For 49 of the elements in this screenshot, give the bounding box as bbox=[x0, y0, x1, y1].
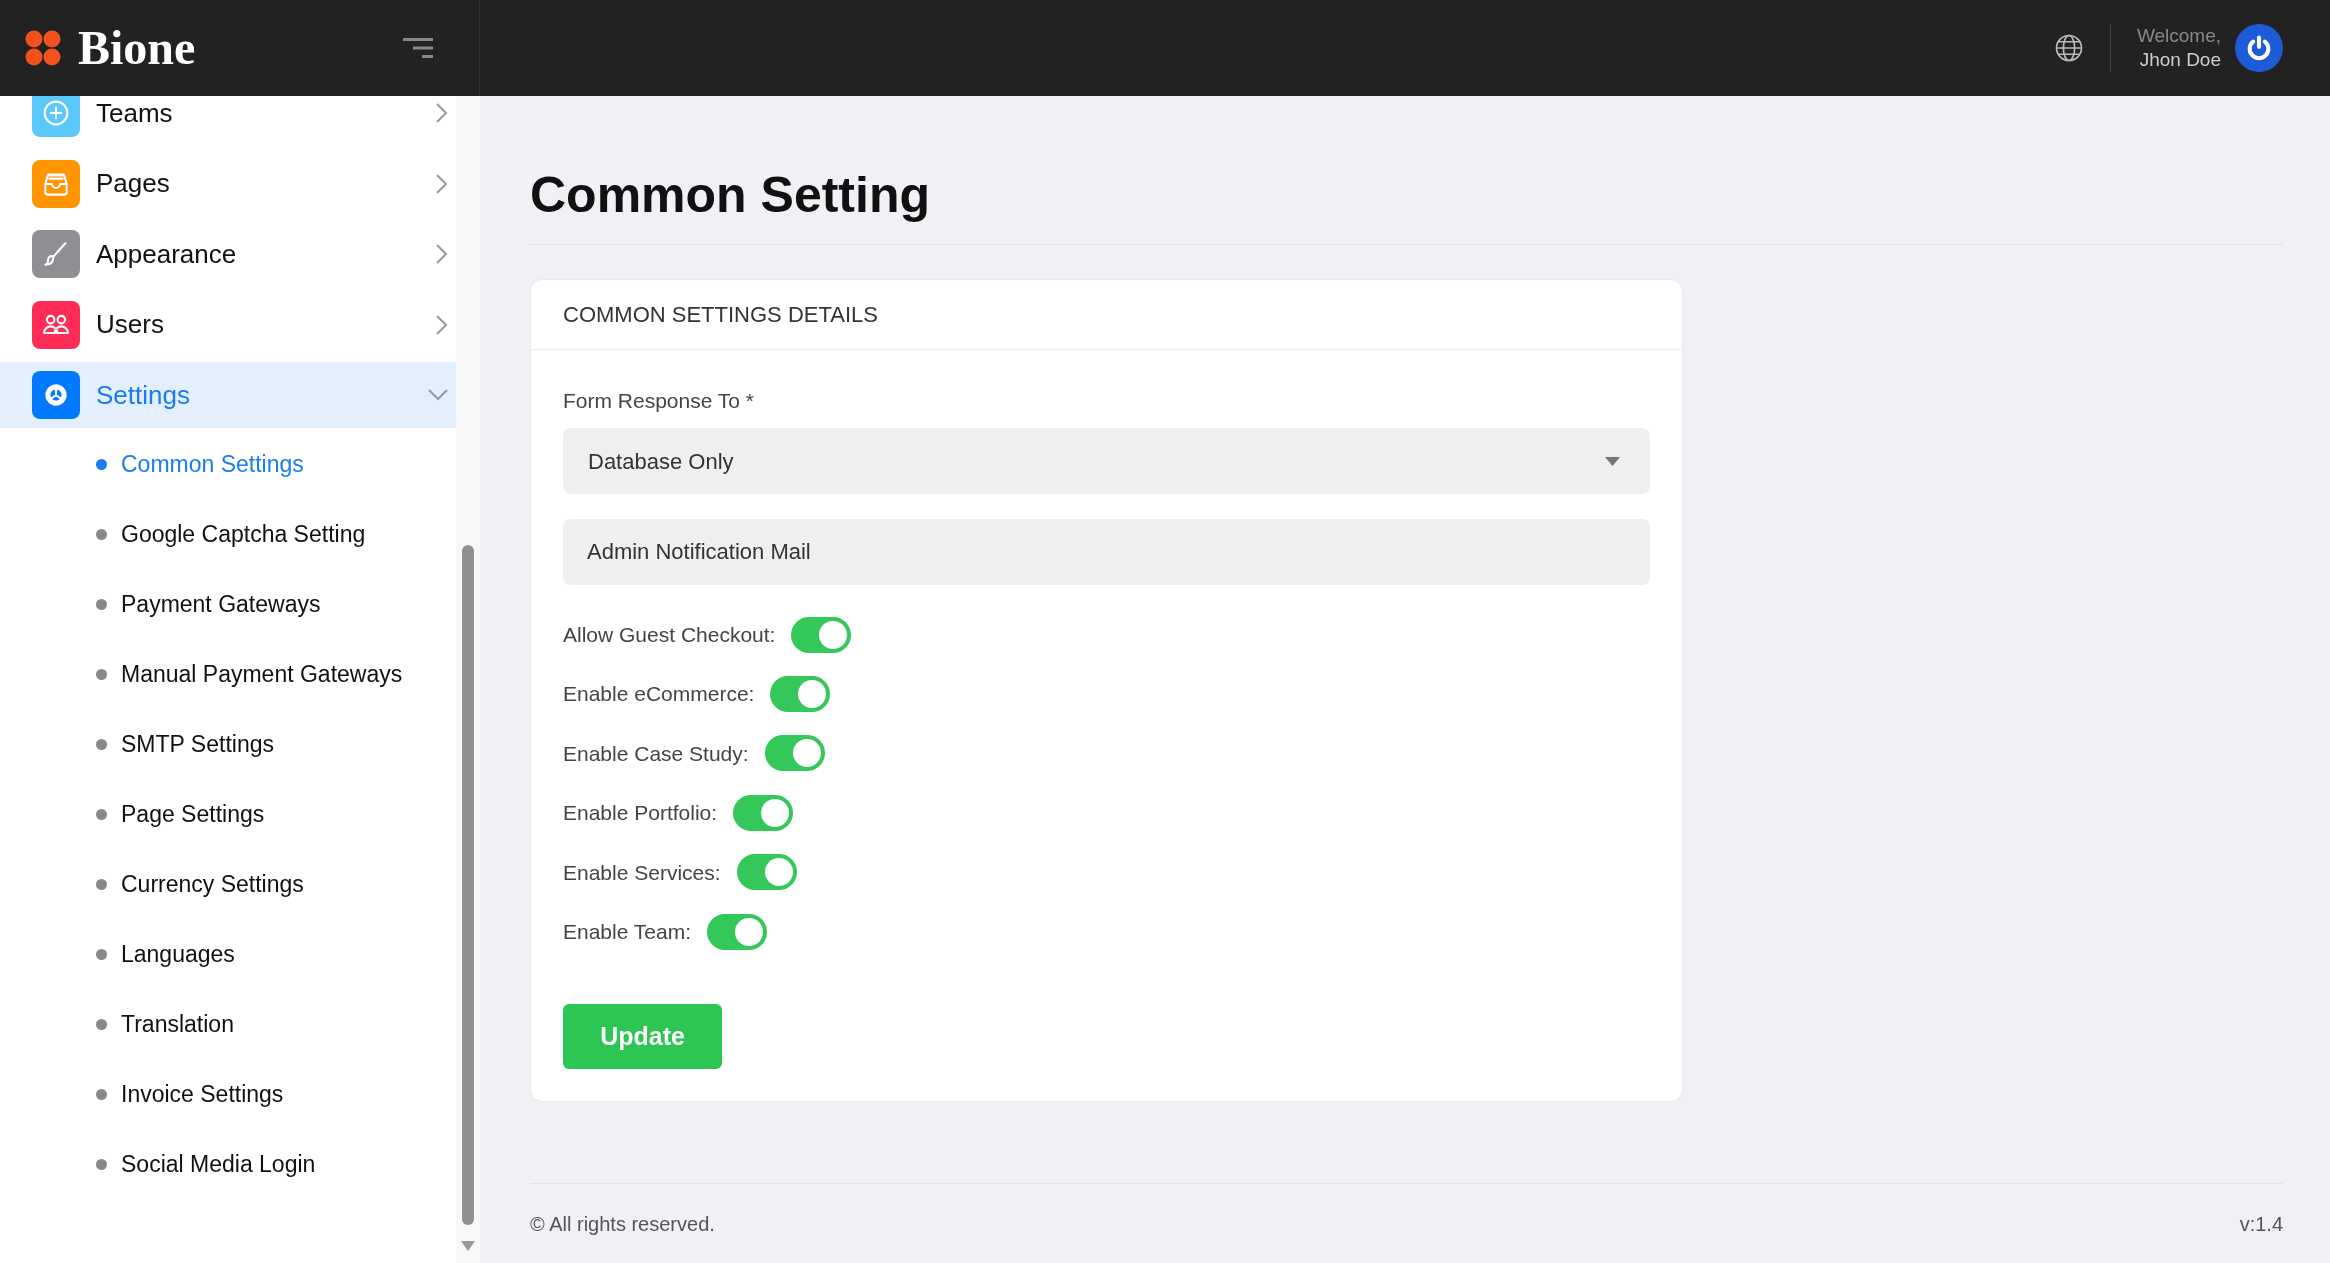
toggle-label: Enable Case Study: bbox=[563, 740, 749, 767]
chevron-right-icon bbox=[436, 244, 448, 264]
toggle-label: Allow Guest Checkout: bbox=[563, 621, 776, 648]
toggle-label: Enable Services: bbox=[563, 859, 721, 886]
submenu-item[interactable]: Google Captcha Setting bbox=[0, 499, 456, 570]
toggle-switch[interactable] bbox=[707, 913, 768, 950]
submenu-item[interactable]: Manual Payment Gateways bbox=[0, 639, 456, 710]
power-avatar-icon[interactable] bbox=[2235, 24, 2283, 72]
submenu-item[interactable]: Common Settings bbox=[0, 429, 456, 500]
toggle-label: Enable Team: bbox=[563, 918, 692, 945]
menu-icon[interactable] bbox=[403, 38, 433, 58]
globe-icon[interactable] bbox=[2053, 33, 2084, 63]
copyright-text: © All rights reserved. bbox=[530, 1211, 715, 1237]
toggle-switch[interactable] bbox=[764, 735, 825, 772]
submenu-item[interactable]: Payment Gateways bbox=[0, 569, 456, 640]
submenu-item[interactable]: Translation bbox=[0, 989, 456, 1060]
submenu-item[interactable]: Page Settings bbox=[0, 779, 456, 850]
submenu-item[interactable]: Languages bbox=[0, 919, 456, 990]
toggle-switch[interactable] bbox=[733, 794, 794, 831]
submenu-item[interactable]: Social Media Login bbox=[0, 1129, 456, 1200]
sidebar-item[interactable]: Pages bbox=[0, 150, 456, 217]
chevron-right-icon bbox=[436, 103, 448, 123]
admin-mail-input[interactable]: Admin Notification Mail bbox=[563, 519, 1650, 585]
scrollbar-thumb[interactable] bbox=[462, 545, 474, 1225]
chevron-right-icon bbox=[436, 314, 448, 335]
brand-name: Bione bbox=[78, 20, 196, 76]
chevron-right-icon bbox=[436, 173, 448, 194]
toggle-switch[interactable] bbox=[791, 616, 852, 653]
logo-icon bbox=[24, 29, 62, 67]
submenu-item[interactable]: Invoice Settings bbox=[0, 1059, 456, 1130]
sidebar-item[interactable]: Appearance bbox=[0, 221, 456, 287]
toggle-switch[interactable] bbox=[736, 854, 797, 891]
sidebar-item[interactable]: Teams bbox=[0, 96, 456, 146]
toggle-switch[interactable] bbox=[770, 676, 831, 713]
page-title: Common Setting bbox=[530, 166, 931, 225]
submenu-item[interactable]: SMTP Settings bbox=[0, 709, 456, 780]
toggle-label: Enable eCommerce: bbox=[563, 681, 755, 708]
toggle-label: Enable Portfolio: bbox=[563, 800, 718, 827]
dropdown-caret-icon bbox=[1605, 456, 1620, 466]
welcome-text: Welcome, bbox=[2136, 24, 2221, 48]
submenu-item[interactable]: Currency Settings bbox=[0, 849, 456, 920]
chevron-down-icon bbox=[428, 389, 448, 401]
user-name: Jhon Doe bbox=[2139, 48, 2221, 72]
form-response-select[interactable]: Database Only bbox=[563, 428, 1650, 494]
sidebar-item[interactable]: Users bbox=[0, 291, 456, 358]
field-label: Form Response To * bbox=[563, 388, 755, 415]
version-text: v:1.4 bbox=[2239, 1211, 2283, 1237]
card-title: COMMON SETTINGS DETAILS bbox=[563, 301, 878, 329]
scroll-down-arrow-icon[interactable] bbox=[461, 1241, 475, 1251]
